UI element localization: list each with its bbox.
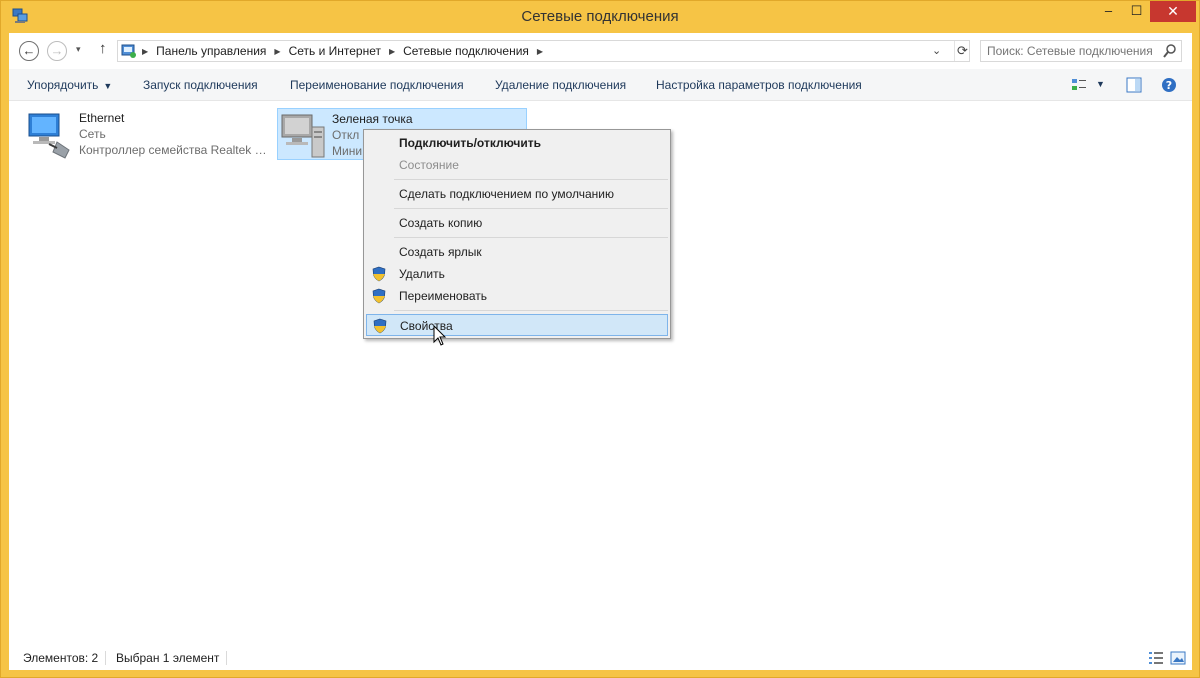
selection-count: Выбран 1 элемент xyxy=(116,651,220,665)
address-bar[interactable]: ▶ Панель управления ▶ Сеть и Интернет ▶ … xyxy=(117,40,970,62)
up-button[interactable]: ↑ xyxy=(99,40,107,57)
item-count: Элементов: 2 xyxy=(23,651,99,665)
menu-item-delete[interactable]: Удалить xyxy=(366,263,668,285)
menu-item-create-shortcut[interactable]: Создать ярлык xyxy=(366,241,668,263)
refresh-button[interactable]: ⟳ xyxy=(954,41,970,61)
large-icons-view-icon[interactable] xyxy=(1170,650,1186,666)
menu-item-set-default[interactable]: Сделать подключением по умолчанию xyxy=(366,183,668,205)
breadcrumb-separator-icon[interactable]: ▶ xyxy=(389,47,395,56)
details-view-icon[interactable] xyxy=(1148,650,1164,666)
mouse-pointer-icon xyxy=(433,325,447,346)
menu-item-label: Состояние xyxy=(399,158,459,172)
search-input[interactable] xyxy=(987,42,1167,60)
breadcrumb-separator-icon[interactable]: ▶ xyxy=(274,47,280,56)
explorer-window: Сетевые подключения ‒ ☐ ✕ ← → ▾ ↑ ▶ Пане… xyxy=(0,0,1200,678)
status-divider xyxy=(105,651,106,665)
breadcrumb: ▶ Панель управления ▶ Сеть и Интернет ▶ … xyxy=(142,44,551,58)
window-title: Сетевые подключения xyxy=(521,8,679,25)
menu-item-label: Переименовать xyxy=(399,289,487,303)
uac-shield-icon xyxy=(372,266,386,282)
menu-item-label: Сделать подключением по умолчанию xyxy=(399,187,615,201)
uac-shield-icon xyxy=(373,318,387,334)
connection-name: Зеленая точка xyxy=(332,112,413,126)
recent-locations-chevron-icon[interactable]: ▾ xyxy=(76,44,81,55)
control-panel-icon xyxy=(121,44,136,58)
address-dropdown-icon[interactable]: ⌄ xyxy=(932,44,941,57)
menu-separator xyxy=(394,208,668,209)
help-icon[interactable]: ? xyxy=(1161,77,1177,93)
menu-item-label: Создать копию xyxy=(399,216,483,230)
delete-connection-button[interactable]: Удаление подключения xyxy=(495,78,626,92)
search-box[interactable] xyxy=(980,40,1182,62)
preview-pane-icon[interactable] xyxy=(1126,77,1142,93)
maximize-button[interactable]: ☐ xyxy=(1123,1,1150,22)
menu-item-label: Создать ярлык xyxy=(399,245,482,259)
title-bar[interactable]: Сетевые подключения ‒ ☐ ✕ xyxy=(1,1,1199,33)
minimize-button[interactable]: ‒ xyxy=(1094,1,1123,22)
menu-item-connect-disconnect[interactable]: Подключить/отключить xyxy=(366,132,668,154)
rename-connection-button[interactable]: Переименование подключения xyxy=(290,78,464,92)
command-bar: Упорядочить ▼ Запуск подключения Переимен… xyxy=(9,69,1192,101)
menu-item-rename[interactable]: Переименовать xyxy=(366,285,668,307)
menu-item-create-copy[interactable]: Создать копию xyxy=(366,212,668,234)
menu-separator xyxy=(394,310,668,311)
menu-item-label: Удалить xyxy=(399,267,445,281)
view-options-arrow-icon[interactable]: ▼ xyxy=(1096,79,1105,89)
breadcrumb-network-connections[interactable]: Сетевые подключения xyxy=(403,44,529,58)
menu-item-label: Подключить/отключить xyxy=(399,136,541,150)
close-button[interactable]: ✕ xyxy=(1150,1,1196,22)
menu-separator xyxy=(394,237,668,238)
breadcrumb-separator-icon[interactable]: ▶ xyxy=(537,47,543,56)
organize-arrow-icon: ▼ xyxy=(103,81,113,91)
breadcrumb-network-internet[interactable]: Сеть и Интернет xyxy=(289,44,381,58)
status-divider xyxy=(226,651,227,665)
disconnected-adapter-icon xyxy=(281,114,325,158)
connection-device: Контроллер семейства Realtek P... xyxy=(79,143,269,157)
forward-button[interactable]: → xyxy=(47,41,67,61)
connection-item-ethernet[interactable]: Ethernet Сеть Контроллер семейства Realt… xyxy=(25,108,275,160)
connection-name: Ethernet xyxy=(79,111,125,125)
menu-separator xyxy=(394,179,668,180)
breadcrumb-control-panel[interactable]: Панель управления xyxy=(156,44,266,58)
menu-item-properties[interactable]: Свойства xyxy=(366,314,668,336)
context-menu: Подключить/отключить Состояние Сделать п… xyxy=(363,129,671,339)
uac-shield-icon xyxy=(372,288,386,304)
organize-label: Упорядочить xyxy=(27,78,99,92)
change-view-icon[interactable] xyxy=(1071,77,1087,93)
organize-button[interactable]: Упорядочить ▼ xyxy=(27,78,112,92)
menu-item-status: Состояние xyxy=(366,154,668,176)
svg-text:?: ? xyxy=(1166,79,1172,92)
connection-status: Откл xyxy=(332,128,360,142)
back-button[interactable]: ← xyxy=(19,41,39,61)
breadcrumb-separator-icon[interactable]: ▶ xyxy=(142,47,148,56)
start-connection-button[interactable]: Запуск подключения xyxy=(143,78,258,92)
connection-status: Сеть xyxy=(79,127,106,141)
configure-connection-button[interactable]: Настройка параметров подключения xyxy=(656,78,862,92)
address-row: ← → ▾ ↑ ▶ Панель управления ▶ Сеть и Инт… xyxy=(9,33,1192,69)
search-icon[interactable] xyxy=(1163,43,1177,59)
ethernet-adapter-icon xyxy=(28,113,70,159)
status-bar: Элементов: 2 Выбран 1 элемент xyxy=(9,646,1192,670)
